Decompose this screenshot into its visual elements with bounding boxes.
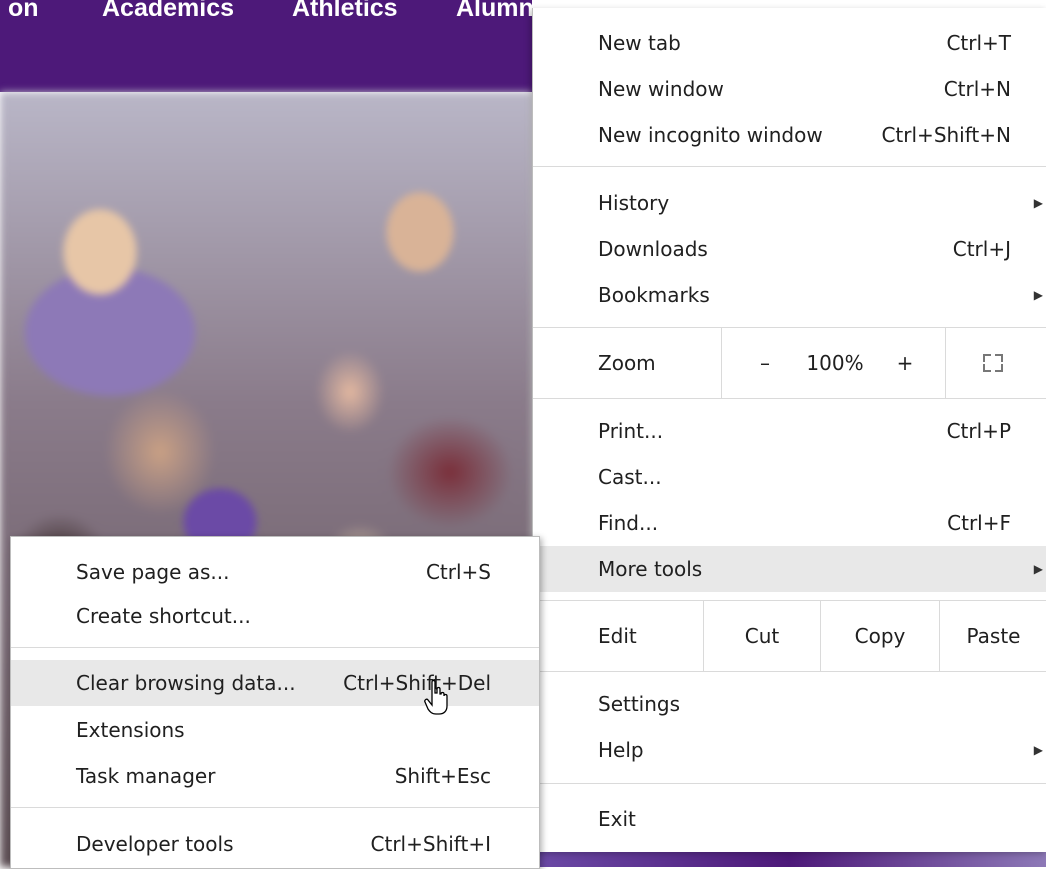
menu-item-label: Find... xyxy=(598,511,659,535)
hero-photo-strip xyxy=(532,852,1046,867)
menu-item-label: Print... xyxy=(598,419,664,443)
menu-item-help[interactable]: Help ▶ xyxy=(533,727,1046,773)
fullscreen-icon[interactable] xyxy=(983,354,1003,372)
menu-item-shortcut: Ctrl+Shift+I xyxy=(370,832,491,856)
menu-item-label: New tab xyxy=(598,31,681,55)
menu-item-new-tab[interactable]: New tab Ctrl+T xyxy=(533,20,1046,66)
menu-item-label: Create shortcut... xyxy=(76,604,251,628)
paste-button[interactable]: Paste xyxy=(940,601,1046,671)
site-navigation-bar: on Academics Athletics Alumni xyxy=(0,0,532,92)
menu-item-label: Clear browsing data... xyxy=(76,671,296,695)
menu-cell-divider xyxy=(721,328,722,398)
menu-item-label: Bookmarks xyxy=(598,283,710,307)
menu-separator xyxy=(11,647,539,648)
menu-item-label: New incognito window xyxy=(598,123,823,147)
submenu-arrow-icon: ▶ xyxy=(1033,562,1043,576)
menu-item-new-incognito-window[interactable]: New incognito window Ctrl+Shift+N xyxy=(533,112,1046,158)
menu-item-shortcut: Ctrl+P xyxy=(946,419,1011,443)
menu-item-shortcut: Ctrl+Shift+N xyxy=(881,123,1011,147)
menu-separator xyxy=(533,398,1046,399)
menu-item-bookmarks[interactable]: Bookmarks ▶ xyxy=(533,272,1046,318)
nav-link-athletics[interactable]: Athletics xyxy=(292,0,398,23)
zoom-in-button[interactable]: + xyxy=(885,328,925,398)
menu-separator xyxy=(533,166,1046,167)
submenu-item-save-page-as[interactable]: Save page as... Ctrl+S xyxy=(11,549,539,595)
menu-item-label: Task manager xyxy=(76,764,216,788)
menu-cell-divider xyxy=(945,328,946,398)
menu-item-label: Help xyxy=(598,738,644,762)
menu-item-more-tools[interactable]: More tools ▶ xyxy=(533,546,1046,592)
menu-item-downloads[interactable]: Downloads Ctrl+J xyxy=(533,226,1046,272)
menu-item-label: More tools xyxy=(598,557,703,581)
menu-item-shortcut: Shift+Esc xyxy=(394,764,491,788)
menu-item-find[interactable]: Find... Ctrl+F xyxy=(533,500,1046,546)
nav-link-academics[interactable]: Academics xyxy=(102,0,234,23)
zoom-row: Zoom – 100% + xyxy=(533,328,1046,398)
menu-item-print[interactable]: Print... Ctrl+P xyxy=(533,408,1046,454)
menu-item-settings[interactable]: Settings xyxy=(533,681,1046,727)
submenu-item-developer-tools[interactable]: Developer tools Ctrl+Shift+I xyxy=(11,821,539,867)
nav-link-admission[interactable]: on xyxy=(8,0,39,23)
edit-row: Edit Cut Copy Paste xyxy=(533,601,1046,671)
menu-item-label: Downloads xyxy=(598,237,708,261)
menu-item-label: New window xyxy=(598,77,724,101)
more-tools-submenu: Save page as... Ctrl+S Create shortcut..… xyxy=(10,536,540,869)
menu-separator xyxy=(533,671,1046,672)
menu-item-shortcut: Ctrl+J xyxy=(952,237,1011,261)
menu-item-label: Cast... xyxy=(598,465,662,489)
zoom-label: Zoom xyxy=(598,351,656,375)
menu-separator xyxy=(11,807,539,808)
submenu-arrow-icon: ▶ xyxy=(1033,743,1043,757)
menu-item-label: History xyxy=(598,191,670,215)
submenu-item-create-shortcut[interactable]: Create shortcut... xyxy=(11,593,539,639)
edit-label: Edit xyxy=(598,624,637,648)
menu-item-new-window[interactable]: New window Ctrl+N xyxy=(533,66,1046,112)
menu-item-shortcut: Ctrl+Shift+Del xyxy=(343,671,491,695)
menu-item-shortcut: Ctrl+F xyxy=(947,511,1011,535)
menu-item-label: Settings xyxy=(598,692,681,716)
nav-link-alumni[interactable]: Alumni xyxy=(456,0,532,23)
browser-main-menu: New tab Ctrl+T New window Ctrl+N New inc… xyxy=(532,8,1046,852)
cut-button[interactable]: Cut xyxy=(704,601,820,671)
copy-button[interactable]: Copy xyxy=(821,601,939,671)
menu-item-shortcut: Ctrl+N xyxy=(943,77,1011,101)
menu-item-label: Extensions xyxy=(76,718,185,742)
menu-item-exit[interactable]: Exit xyxy=(533,796,1046,842)
menu-item-label: Developer tools xyxy=(76,832,234,856)
zoom-level-value: 100% xyxy=(806,351,864,375)
submenu-item-task-manager[interactable]: Task manager Shift+Esc xyxy=(11,753,539,799)
menu-separator xyxy=(533,783,1046,784)
menu-item-cast[interactable]: Cast... xyxy=(533,454,1046,500)
mouse-pointer-icon xyxy=(424,680,448,715)
menu-item-label: Save page as... xyxy=(76,560,230,584)
menu-item-label: Exit xyxy=(598,807,636,831)
submenu-arrow-icon: ▶ xyxy=(1033,288,1043,302)
submenu-item-extensions[interactable]: Extensions xyxy=(11,707,539,753)
menu-item-shortcut: Ctrl+T xyxy=(946,31,1011,55)
submenu-arrow-icon: ▶ xyxy=(1033,196,1043,210)
menu-item-history[interactable]: History ▶ xyxy=(533,180,1046,226)
zoom-out-button[interactable]: – xyxy=(745,328,785,398)
submenu-item-clear-browsing-data[interactable]: Clear browsing data... Ctrl+Shift+Del xyxy=(11,660,539,706)
menu-item-shortcut: Ctrl+S xyxy=(425,560,491,584)
